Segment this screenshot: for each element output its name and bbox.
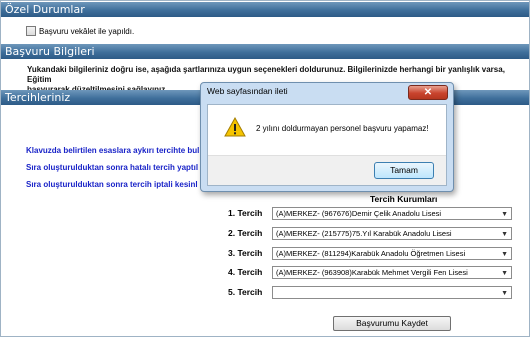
dropdown-arrow-icon: ▼ xyxy=(501,250,508,258)
dialog-title: Web sayfasından ileti xyxy=(207,86,288,96)
warning-icon xyxy=(224,117,246,137)
preferences-header: Tercih Kurumları xyxy=(370,194,438,204)
rule-text-3: Sıra oluşturulduktan sonra tercih iptali… xyxy=(26,180,198,189)
dialog-footer: Tamam xyxy=(208,155,446,185)
alert-dialog: Web sayfasından ileti ✕ 2 yılını doldurm… xyxy=(200,82,454,192)
preference-value-3: (A)MERKEZ- (811294)Karabük Anadolu Öğret… xyxy=(276,248,466,258)
preference-select-1[interactable]: (A)MERKEZ- (967676)Demir Çelik Anadolu L… xyxy=(272,206,512,220)
preference-value-2: (A)MERKEZ- (215775)75.Yıl Karabük Anadol… xyxy=(276,228,452,238)
preference-row-1: 1. Tercih (A)MERKEZ- (967676)Demir Çelik… xyxy=(228,206,512,220)
preference-row-5: 5. Tercih ▼ xyxy=(228,285,512,299)
dropdown-arrow-icon: ▼ xyxy=(501,230,508,238)
save-application-button[interactable]: Başvurumu Kaydet xyxy=(333,316,451,331)
preference-select-3[interactable]: (A)MERKEZ- (811294)Karabük Anadolu Öğret… xyxy=(272,246,512,260)
rule-text-1: Klavuzda belirtilen esaslara aykırı terc… xyxy=(26,146,200,155)
ok-button[interactable]: Tamam xyxy=(374,162,434,179)
preference-label-4: 4. Tercih xyxy=(228,267,263,277)
section-header-ozel: Özel Durumlar xyxy=(1,2,529,17)
section-header-basvuru: Başvuru Bilgileri xyxy=(1,44,529,59)
preference-label-5: 5. Tercih xyxy=(228,287,263,297)
dropdown-arrow-icon: ▼ xyxy=(501,269,508,277)
preference-value-4: (A)MERKEZ- (963908)Karabük Mehmet Vergil… xyxy=(276,267,468,277)
dropdown-arrow-icon: ▼ xyxy=(501,289,508,297)
preference-row-2: 2. Tercih (A)MERKEZ- (215775)75.Yıl Kara… xyxy=(228,226,512,240)
dropdown-arrow-icon: ▼ xyxy=(501,210,508,218)
close-icon[interactable]: ✕ xyxy=(408,85,448,100)
preference-value-1: (A)MERKEZ- (967676)Demir Çelik Anadolu L… xyxy=(276,208,442,218)
preference-select-5[interactable]: ▼ xyxy=(272,285,512,299)
preference-row-3: 3. Tercih (A)MERKEZ- (811294)Karabük Ana… xyxy=(228,246,512,260)
preference-label-1: 1. Tercih xyxy=(228,208,263,218)
preference-label-3: 3. Tercih xyxy=(228,248,263,258)
proxy-row: Başvuru vekâlet ile yapıldı. xyxy=(26,25,134,37)
rule-text-2: Sıra oluşturulduktan sonra hatalı tercih… xyxy=(26,163,199,172)
proxy-label: Başvuru vekâlet ile yapıldı. xyxy=(39,26,135,36)
proxy-checkbox[interactable] xyxy=(26,26,36,36)
preference-row-4: 4. Tercih (A)MERKEZ- (963908)Karabük Meh… xyxy=(228,265,512,279)
dialog-message: 2 yılını doldurmayan personel başvuru ya… xyxy=(256,124,429,133)
dialog-body: 2 yılını doldurmayan personel başvuru ya… xyxy=(207,104,447,186)
preference-label-2: 2. Tercih xyxy=(228,228,263,238)
preference-select-2[interactable]: (A)MERKEZ- (215775)75.Yıl Karabük Anadol… xyxy=(272,226,512,240)
preference-select-4[interactable]: (A)MERKEZ- (963908)Karabük Mehmet Vergil… xyxy=(272,265,512,279)
